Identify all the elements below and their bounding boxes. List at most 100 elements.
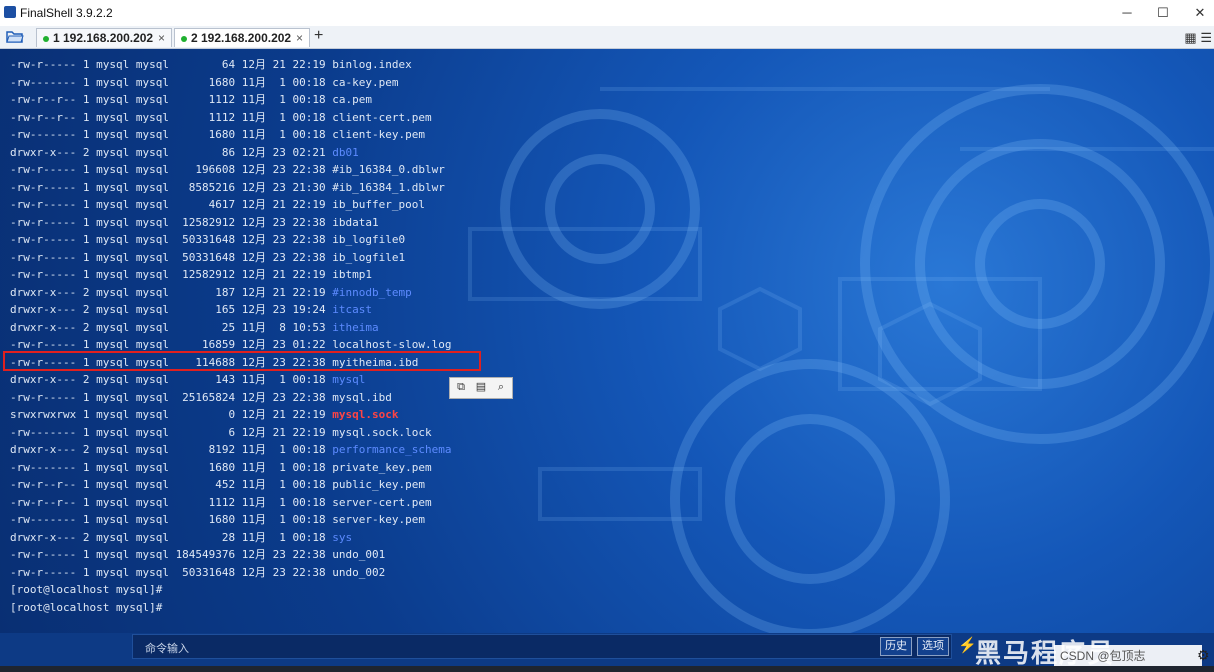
- listing-meta: -rw-r----- 1 mysql mysql 196608 12月 23 2…: [10, 163, 333, 176]
- listing-meta: -rw-r----- 1 mysql mysql 25165824 12月 23…: [10, 390, 333, 404]
- listing-filename: sys: [332, 530, 353, 544]
- minimize-button[interactable]: ─: [1112, 3, 1142, 23]
- close-button[interactable]: ✕: [1185, 3, 1214, 23]
- terminal-output: -rw-r----- 1 mysql mysql 64 12月 21 22:19…: [10, 56, 451, 616]
- listing-line: drwxr-x--- 2 mysql mysql 8192 11月 1 00:1…: [10, 441, 451, 459]
- listing-line: -rw-r----- 1 mysql mysql 50331648 12月 23…: [10, 249, 451, 267]
- listing-filename: client-cert.pem: [332, 110, 432, 124]
- listing-line: -rw-r----- 1 mysql mysql 64 12月 21 22:19…: [10, 56, 451, 74]
- listing-line: drwxr-x--- 2 mysql mysql 165 12月 23 19:2…: [10, 301, 451, 319]
- listing-filename: ca.pem: [332, 93, 373, 106]
- listing-line: -rw-r----- 1 mysql mysql 196608 12月 23 2…: [10, 161, 451, 179]
- grid-view-icon[interactable]: ▦: [1184, 30, 1196, 45]
- listing-line: drwxr-x--- 2 mysql mysql 143 11月 1 00:18…: [10, 371, 451, 389]
- shell-prompt: [root@localhost mysql]#: [10, 583, 163, 596]
- listing-line: -rw-r--r-- 1 mysql mysql 1112 11月 1 00:1…: [10, 91, 451, 109]
- listing-meta: -rw-r--r-- 1 mysql mysql 1112 11月 1 00:1…: [10, 93, 333, 106]
- listing-filename: server-key.pem: [332, 513, 425, 526]
- shell-prompt: [root@localhost mysql]#: [10, 600, 163, 614]
- listing-meta: -rw-r----- 1 mysql mysql 50331648 12月 23…: [10, 565, 333, 579]
- listing-meta: drwxr-x--- 2 mysql mysql 165 12月 23 19:2…: [10, 303, 333, 316]
- listing-line: -rw------- 1 mysql mysql 1680 11月 1 00:1…: [10, 74, 451, 92]
- listing-meta: -rw-r--r-- 1 mysql mysql 1112 11月 1 00:1…: [10, 110, 333, 124]
- listing-meta: -rw-r----- 1 mysql mysql 50331648 12月 23…: [10, 250, 333, 264]
- listing-line: drwxr-x--- 2 mysql mysql 28 11月 1 00:18 …: [10, 529, 451, 547]
- listing-meta: drwxr-x--- 2 mysql mysql 86 12月 23 02:21: [10, 145, 333, 159]
- listing-meta: -rw-r----- 1 mysql mysql 184549376 12月 2…: [10, 548, 333, 561]
- title-bar: FinalShell 3.9.2.2 ─ ☐ ✕: [0, 0, 1214, 27]
- listing-filename: mysql: [332, 373, 366, 386]
- listing-filename: itcast: [332, 303, 373, 316]
- listing-line: -rw-r--r-- 1 mysql mysql 1112 11月 1 00:1…: [10, 494, 451, 512]
- listing-filename: mysql.sock.lock: [332, 425, 432, 439]
- listing-filename: mysql.sock: [332, 408, 399, 421]
- listing-line: -rw------- 1 mysql mysql 1680 11月 1 00:1…: [10, 126, 451, 144]
- tab-label: 1 192.168.200.202: [53, 31, 154, 45]
- listing-line: -rw------- 1 mysql mysql 1680 11月 1 00:1…: [10, 511, 451, 529]
- listing-line: drwxr-x--- 2 mysql mysql 25 11月 8 10:53 …: [10, 319, 451, 337]
- tab-label: 2 192.168.200.202: [191, 31, 292, 45]
- add-tab-button[interactable]: +: [314, 27, 323, 45]
- listing-meta: -rw------- 1 mysql mysql 1680 11月 1 00:1…: [10, 513, 333, 526]
- listing-filename: localhost-slow.log: [332, 338, 452, 351]
- listing-meta: drwxr-x--- 2 mysql mysql 143 11月 1 00:18: [10, 373, 333, 386]
- listing-line: drwxr-x--- 2 mysql mysql 187 12月 21 22:1…: [10, 284, 451, 302]
- listing-filename: ib_buffer_pool: [332, 198, 425, 211]
- listing-meta: -rw-r----- 1 mysql mysql 8585216 12月 23 …: [10, 180, 333, 194]
- listing-meta: -rw------- 1 mysql mysql 1680 11月 1 00:1…: [10, 128, 333, 141]
- listing-filename: ib_logfile1: [332, 250, 406, 264]
- tab-close-icon[interactable]: ×: [296, 29, 303, 48]
- listing-meta: drwxr-x--- 2 mysql mysql 28 11月 1 00:18: [10, 530, 333, 544]
- taskbar-strip: [0, 666, 1214, 672]
- listing-meta: -rw-r--r-- 1 mysql mysql 452 11月 1 00:18: [10, 478, 333, 491]
- listing-line: -rw-r----- 1 mysql mysql 4617 12月 21 22:…: [10, 196, 451, 214]
- terminal-area[interactable]: -rw-r----- 1 mysql mysql 64 12月 21 22:19…: [0, 49, 1214, 633]
- listing-filename: #ib_16384_1.dblwr: [332, 180, 445, 194]
- tab-session-2[interactable]: 2 192.168.200.202 ×: [174, 28, 310, 47]
- open-folder-icon[interactable]: [6, 29, 24, 44]
- tab-bar: 1 192.168.200.202 × 2 192.168.200.202 × …: [0, 26, 1214, 49]
- listing-meta: -rw-r----- 1 mysql mysql 16859 12月 23 01…: [10, 338, 333, 351]
- listing-filename: db01: [332, 145, 359, 159]
- listing-line: drwxr-x--- 2 mysql mysql 86 12月 23 02:21…: [10, 144, 451, 162]
- paste-icon[interactable]: ▤: [473, 380, 489, 395]
- command-input[interactable]: 命令输入: [132, 634, 952, 659]
- listing-line: -rw-r--r-- 1 mysql mysql 1112 11月 1 00:1…: [10, 109, 451, 127]
- tab-session-1[interactable]: 1 192.168.200.202 ×: [36, 28, 172, 47]
- listing-filename: itheima: [332, 320, 379, 334]
- listing-meta: -rw-r----- 1 mysql mysql 12582912 12月 21…: [10, 268, 333, 281]
- listing-filename: ibdata1: [332, 215, 379, 229]
- layout-tools[interactable]: ▦ ☰: [1184, 30, 1212, 46]
- listing-line: srwxrwxrwx 1 mysql mysql 0 12月 21 22:19 …: [10, 406, 451, 424]
- listing-meta: -rw-r----- 1 mysql mysql 4617 12月 21 22:…: [10, 198, 333, 211]
- listing-filename: undo_001: [332, 548, 386, 561]
- listing-line: -rw-r----- 1 mysql mysql 12582912 12月 23…: [10, 214, 451, 232]
- options-button[interactable]: 选项: [917, 637, 949, 656]
- listing-line: -rw-r----- 1 mysql mysql 184549376 12月 2…: [10, 546, 451, 564]
- listing-line: -rw-r----- 1 mysql mysql 25165824 12月 23…: [10, 389, 451, 407]
- maximize-button[interactable]: ☐: [1148, 3, 1178, 23]
- listing-meta: -rw------- 1 mysql mysql 1680 11月 1 00:1…: [10, 75, 333, 89]
- connected-dot-icon: [43, 35, 49, 42]
- listing-filename: client-key.pem: [332, 128, 425, 141]
- copy-icon[interactable]: ⧉: [453, 380, 469, 395]
- listing-filename: #ib_16384_0.dblwr: [332, 163, 445, 176]
- listing-line: -rw-r----- 1 mysql mysql 50331648 12月 23…: [10, 231, 451, 249]
- listing-meta: -rw-r--r-- 1 mysql mysql 1112 11月 1 00:1…: [10, 495, 333, 509]
- lightning-icon[interactable]: ⚡: [958, 636, 977, 654]
- listing-line: -rw------- 1 mysql mysql 6 12月 21 22:19 …: [10, 424, 451, 442]
- listing-meta: drwxr-x--- 2 mysql mysql 25 11月 8 10:53: [10, 320, 333, 334]
- listing-line: -rw-r----- 1 mysql mysql 12582912 12月 21…: [10, 266, 451, 284]
- csdn-watermark: CSDN @包顶志: [1054, 645, 1202, 667]
- listing-filename: binlog.index: [332, 58, 412, 71]
- tab-close-icon[interactable]: ×: [158, 29, 165, 48]
- connected-dot-icon: [181, 35, 187, 42]
- history-button[interactable]: 历史: [880, 637, 912, 656]
- app-logo-icon: [4, 6, 16, 18]
- gear-icon[interactable]: ⚙: [1197, 647, 1210, 664]
- search-icon[interactable]: ⌕: [493, 380, 509, 395]
- menu-icon[interactable]: ☰: [1200, 30, 1212, 45]
- listing-line: -rw------- 1 mysql mysql 1680 11月 1 00:1…: [10, 459, 451, 477]
- listing-line: -rw-r----- 1 mysql mysql 8585216 12月 23 …: [10, 179, 451, 197]
- listing-filename: #innodb_temp: [332, 285, 412, 299]
